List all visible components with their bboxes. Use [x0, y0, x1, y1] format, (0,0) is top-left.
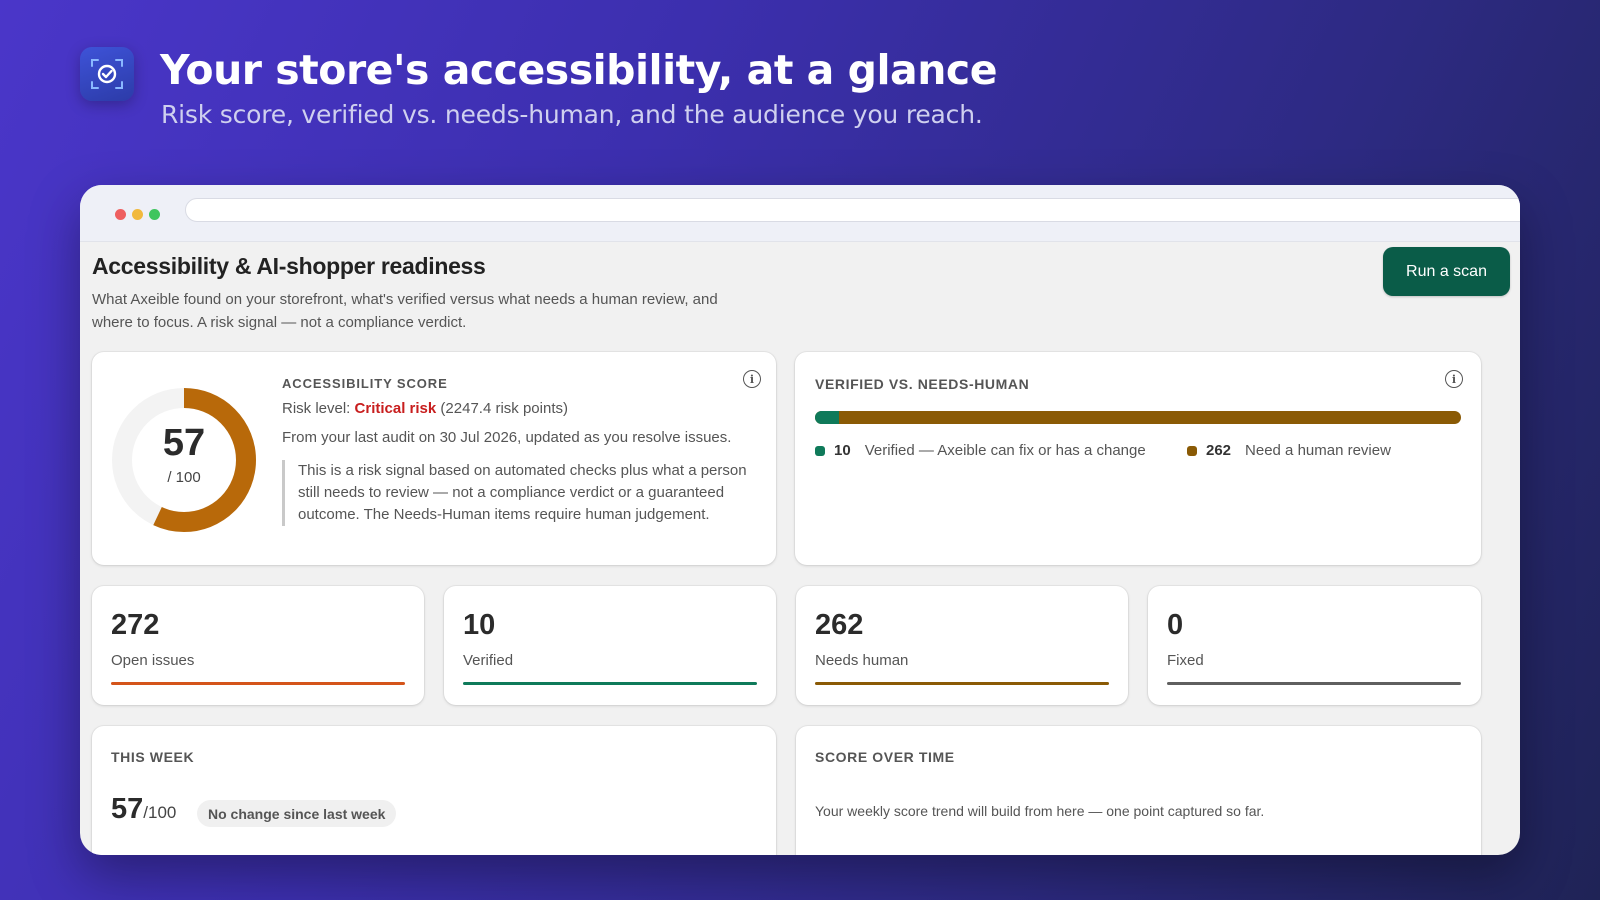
legend-swatch-verified: [815, 445, 825, 456]
stat-card-verified[interactable]: 10 Verified: [444, 586, 776, 705]
stat-card-fixed[interactable]: 0 Fixed: [1148, 586, 1481, 705]
stat-label: Needs human: [815, 652, 909, 669]
score-trend-text: Your weekly score trend will build from …: [815, 803, 1265, 819]
hero-title: Your store's accessibility, at a glance: [160, 46, 998, 94]
maximize-window-button[interactable]: [149, 209, 160, 220]
risk-level-line: Risk level: Critical risk (2247.4 risk p…: [282, 400, 568, 417]
stat-value: 0: [1167, 609, 1184, 641]
stat-label: Fixed: [1167, 652, 1204, 669]
risk-level-value: Critical risk: [354, 400, 437, 417]
hero-subtitle: Risk score, verified vs. needs-human, an…: [161, 100, 983, 129]
legend-verified-label: Verified — Axeible can fix or has a chan…: [864, 442, 1146, 459]
run-scan-button[interactable]: Run a scan: [1383, 247, 1510, 296]
score-denominator: / 100: [167, 469, 201, 486]
legend-verified: 10 Verified — Axeible can fix or has a c…: [815, 442, 1146, 459]
info-icon[interactable]: i: [1445, 370, 1463, 388]
risk-points: (2247.4 risk points): [436, 400, 568, 417]
stat-card-needs-human[interactable]: 262 Needs human: [796, 586, 1128, 705]
score-over-time-card: SCORE OVER TIME Your weekly score trend …: [796, 726, 1481, 855]
audit-date-text: From your last audit on 30 Jul 2026, upd…: [282, 429, 732, 446]
risk-level-prefix: Risk level:: [282, 400, 355, 417]
stat-value: 10: [463, 609, 496, 641]
stat-label: Open issues: [111, 652, 195, 669]
score-over-time-label: SCORE OVER TIME: [815, 749, 955, 765]
verified-ratio-bar: [815, 411, 1461, 424]
stat-bar: [1167, 682, 1461, 685]
accessibility-score-card: 57 / 100 ACCESSIBILITY SCORE i Risk leve…: [92, 352, 776, 565]
stat-label: Verified: [463, 652, 514, 669]
this-week-score-value: 57: [111, 793, 144, 825]
verified-vs-needs-human-card: VERIFIED VS. NEEDS-HUMAN i 10 Verified —…: [795, 352, 1481, 565]
stat-bar: [111, 682, 405, 685]
legend-needs-human: 262 Need a human review: [1187, 442, 1391, 459]
address-bar[interactable]: [185, 198, 1520, 222]
verified-ratio-fill: [815, 411, 839, 424]
risk-disclaimer: This is a risk signal based on automated…: [282, 460, 752, 526]
info-icon[interactable]: i: [743, 370, 761, 388]
scan-check-icon: [91, 59, 123, 89]
page-content: Accessibility & AI-shopper readiness Wha…: [80, 242, 1520, 855]
window-titlebar: [80, 185, 1520, 242]
page-description: What Axeible found on your storefront, w…: [92, 291, 718, 331]
this-week-card: THIS WEEK 57/100 No change since last we…: [92, 726, 776, 855]
stat-card-open-issues[interactable]: 272 Open issues: [92, 586, 424, 705]
week-change-badge: No change since last week: [197, 800, 397, 827]
legend-needs-human-label: Need a human review: [1245, 442, 1391, 459]
score-card-label: ACCESSIBILITY SCORE: [282, 376, 448, 391]
stat-value: 262: [815, 609, 864, 641]
stat-bar: [463, 682, 757, 685]
score-value: 57: [162, 422, 206, 464]
this-week-score: 57/100: [111, 793, 176, 826]
close-window-button[interactable]: [115, 209, 126, 220]
stat-bar: [815, 682, 1109, 685]
this-week-label: THIS WEEK: [111, 749, 195, 765]
legend-verified-count: 10: [834, 442, 851, 459]
page-title: Accessibility & AI-shopper readiness: [92, 253, 486, 279]
minimize-window-button[interactable]: [132, 209, 143, 220]
browser-window: Accessibility & AI-shopper readiness Wha…: [80, 185, 1520, 855]
verified-card-label: VERIFIED VS. NEEDS-HUMAN: [815, 376, 1030, 392]
app-logo: [80, 47, 134, 101]
stat-value: 272: [111, 609, 160, 641]
legend-needs-human-count: 262: [1206, 442, 1232, 459]
legend-swatch-needs-human: [1187, 445, 1197, 456]
this-week-score-denominator: /100: [143, 803, 177, 822]
